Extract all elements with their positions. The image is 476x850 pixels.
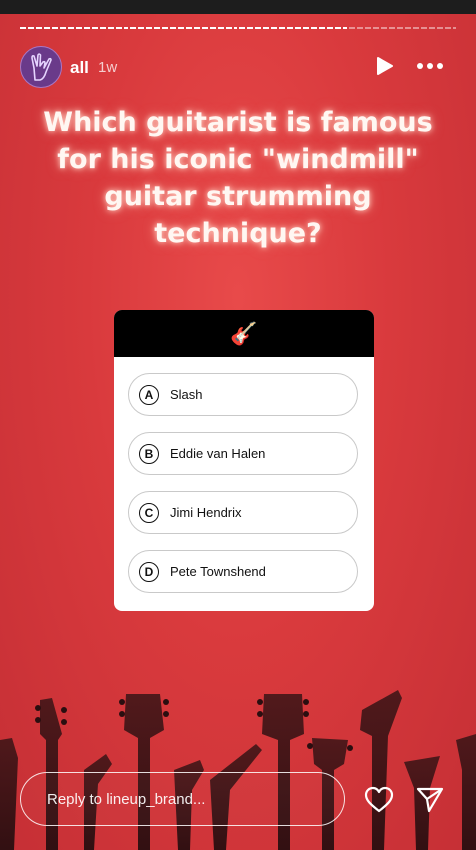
option-letter: D	[139, 561, 159, 582]
like-button[interactable]	[364, 786, 394, 814]
progress-segment	[129, 27, 237, 29]
quiz-option-a[interactable]: A Slash	[128, 373, 358, 416]
quiz-option-b[interactable]: B Eddie van Halen	[128, 432, 358, 475]
play-icon	[377, 57, 393, 75]
option-text: Eddie van Halen	[170, 446, 266, 461]
heart-icon	[364, 786, 394, 813]
guitar-emoji: 🎸	[230, 320, 258, 346]
progress-segment	[20, 27, 128, 29]
option-text: Pete Townshend	[170, 564, 266, 579]
option-text: Slash	[170, 387, 203, 402]
option-letter: B	[139, 443, 159, 464]
send-icon	[416, 787, 444, 813]
play-button[interactable]	[374, 56, 394, 76]
progress-segment	[348, 27, 456, 29]
story-progress-bar	[20, 27, 456, 30]
username[interactable]: all	[70, 58, 89, 78]
option-text: Jimi Hendrix	[170, 505, 242, 520]
quiz-option-c[interactable]: C Jimi Hendrix	[128, 491, 358, 534]
reply-input[interactable]: Reply to lineup_brand...	[20, 772, 345, 826]
send-button[interactable]	[415, 784, 445, 814]
post-time: 1w	[98, 59, 118, 76]
top-frame-bar	[0, 0, 476, 14]
rock-hand-icon	[31, 53, 52, 81]
option-letter: C	[139, 502, 159, 523]
progress-segment	[239, 27, 347, 29]
more-icon	[417, 63, 443, 69]
reply-placeholder: Reply to lineup_brand...	[47, 791, 206, 808]
more-options-button[interactable]	[416, 56, 444, 76]
quiz-card: 🎸 A Slash B Eddie van Halen C Jimi Hendr…	[114, 310, 374, 611]
quiz-header: 🎸	[114, 310, 374, 357]
quiz-option-d[interactable]: D Pete Townshend	[128, 550, 358, 593]
option-letter: A	[139, 384, 159, 405]
quiz-question: Which guitarist is famous for his iconic…	[43, 107, 433, 249]
avatar[interactable]	[20, 46, 62, 88]
